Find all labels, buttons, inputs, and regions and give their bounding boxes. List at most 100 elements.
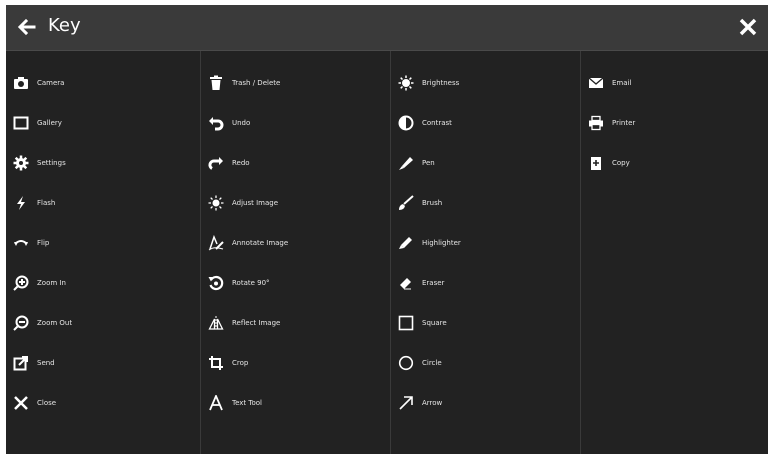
printer-icon xyxy=(587,114,605,132)
key-item-contrast: Contrast xyxy=(391,103,580,143)
key-item-label: Settings xyxy=(37,159,66,167)
key-item-annotate-image: Annotate Image xyxy=(201,223,390,263)
brush-icon xyxy=(397,194,415,212)
key-item-label: Arrow xyxy=(422,399,443,407)
key-item-rotate: Rotate 90° xyxy=(201,263,390,303)
page-title: Key xyxy=(48,15,81,36)
key-item-zoom-out: Zoom Out xyxy=(6,303,200,343)
key-item-label: Send xyxy=(37,359,55,367)
key-item-square: Square xyxy=(391,303,580,343)
key-item-gallery: Gallery xyxy=(6,103,200,143)
annotate-icon xyxy=(207,234,225,252)
zoom-out-icon xyxy=(12,314,30,332)
key-item-label: Reflect Image xyxy=(232,319,281,327)
key-item-redo: Redo xyxy=(201,143,390,183)
key-item-label: Pen xyxy=(422,159,435,167)
send-icon xyxy=(12,354,30,372)
key-item-zoom-in: Zoom In xyxy=(6,263,200,303)
key-item-settings: Settings xyxy=(6,143,200,183)
copy-icon xyxy=(587,154,605,172)
key-item-label: Contrast xyxy=(422,119,452,127)
key-item-adjust-image: Adjust Image xyxy=(201,183,390,223)
rotate-icon xyxy=(207,274,225,292)
key-item-trash: Trash / Delete xyxy=(201,63,390,103)
key-item-undo: Undo xyxy=(201,103,390,143)
arrow-icon xyxy=(397,394,415,412)
key-item-label: Rotate 90° xyxy=(232,279,270,287)
key-item-crop: Crop xyxy=(201,343,390,383)
key-item-circle: Circle xyxy=(391,343,580,383)
close-button[interactable] xyxy=(736,15,760,39)
key-window: Key Camera Gallery Settings Flash Flip Z… xyxy=(6,5,768,454)
key-item-eraser: Eraser xyxy=(391,263,580,303)
highlighter-icon xyxy=(397,234,415,252)
key-item-label: Close xyxy=(37,399,57,407)
key-item-reflect-image: Reflect Image xyxy=(201,303,390,343)
key-item-brush: Brush xyxy=(391,183,580,223)
key-item-label: Circle xyxy=(422,359,442,367)
key-item-flip: Flip xyxy=(6,223,200,263)
eraser-icon xyxy=(397,274,415,292)
key-item-label: Brightness xyxy=(422,79,460,87)
key-item-label: Highlighter xyxy=(422,239,461,247)
redo-icon xyxy=(207,154,225,172)
title-bar: Key xyxy=(6,5,768,51)
key-item-flash: Flash xyxy=(6,183,200,223)
key-item-label: Trash / Delete xyxy=(232,79,281,87)
square-icon xyxy=(397,314,415,332)
text-tool-icon xyxy=(207,394,225,412)
trash-icon xyxy=(207,74,225,92)
back-button[interactable] xyxy=(15,16,37,38)
key-item-label: Annotate Image xyxy=(232,239,289,247)
key-item-label: Eraser xyxy=(422,279,445,287)
key-grid: Camera Gallery Settings Flash Flip Zoom … xyxy=(6,51,768,454)
contrast-icon xyxy=(397,114,415,132)
flash-icon xyxy=(12,194,30,212)
key-item-label: Flash xyxy=(37,199,56,207)
email-icon xyxy=(587,74,605,92)
key-item-label: Brush xyxy=(422,199,443,207)
gear-icon xyxy=(12,154,30,172)
key-item-label: Square xyxy=(422,319,447,327)
key-column-2: Trash / Delete Undo Redo Adjust Image An… xyxy=(201,51,391,454)
key-column-1: Camera Gallery Settings Flash Flip Zoom … xyxy=(6,51,201,454)
key-item-pen: Pen xyxy=(391,143,580,183)
key-item-copy: Copy xyxy=(581,143,768,183)
close-icon xyxy=(12,394,30,412)
key-item-text-tool: Text Tool xyxy=(201,383,390,423)
key-item-label: Zoom Out xyxy=(37,319,73,327)
key-item-label: Redo xyxy=(232,159,250,167)
key-item-label: Camera xyxy=(37,79,65,87)
circle-icon xyxy=(397,354,415,372)
key-item-label: Zoom In xyxy=(37,279,66,287)
brightness-icon xyxy=(397,74,415,92)
key-item-label: Gallery xyxy=(37,119,62,127)
key-item-email: Email xyxy=(581,63,768,103)
arrow-left-icon xyxy=(17,18,36,36)
camera-icon xyxy=(12,74,30,92)
reflect-icon xyxy=(207,314,225,332)
undo-icon xyxy=(207,114,225,132)
gallery-icon xyxy=(12,114,30,132)
key-item-send: Send xyxy=(6,343,200,383)
key-item-label: Flip xyxy=(37,239,50,247)
key-item-close: Close xyxy=(6,383,200,423)
key-item-label: Text Tool xyxy=(232,399,262,407)
zoom-in-icon xyxy=(12,274,30,292)
key-item-label: Copy xyxy=(612,159,630,167)
pen-icon xyxy=(397,154,415,172)
flip-icon xyxy=(12,234,30,252)
close-icon xyxy=(739,18,757,36)
adjust-image-icon xyxy=(207,194,225,212)
key-column-3: Brightness Contrast Pen Brush Highlighte… xyxy=(391,51,581,454)
key-item-arrow: Arrow xyxy=(391,383,580,423)
key-item-label: Undo xyxy=(232,119,251,127)
key-item-printer: Printer xyxy=(581,103,768,143)
key-item-label: Email xyxy=(612,79,632,87)
key-item-camera: Camera xyxy=(6,63,200,103)
crop-icon xyxy=(207,354,225,372)
key-column-4: Email Printer Copy xyxy=(581,51,768,454)
key-item-highlighter: Highlighter xyxy=(391,223,580,263)
key-item-label: Adjust Image xyxy=(232,199,279,207)
key-item-label: Crop xyxy=(232,359,249,367)
